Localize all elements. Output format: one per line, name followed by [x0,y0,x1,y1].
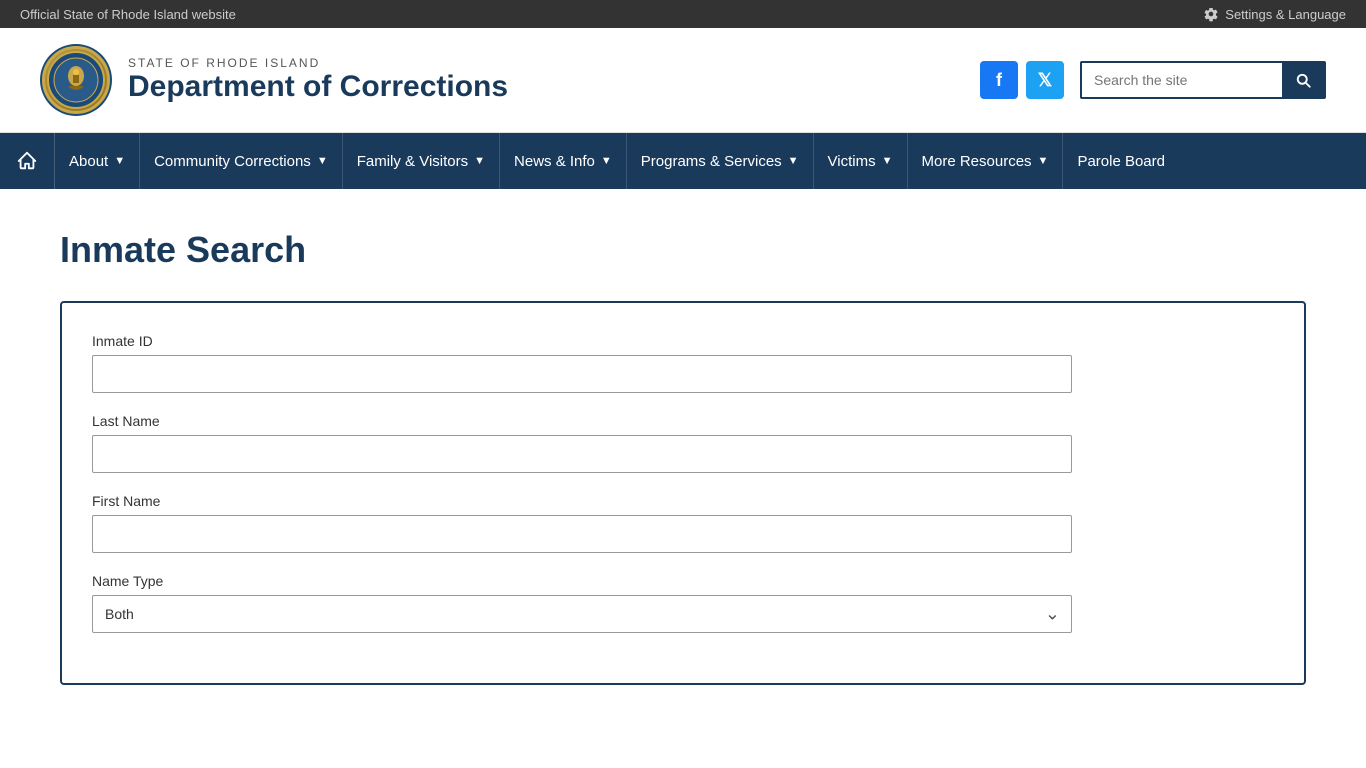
header-title: Department of Corrections [128,70,508,104]
nav-item-parole-board[interactable]: Parole Board [1063,133,1179,189]
nav-news-info-chevron: ▼ [601,155,612,167]
nav-family-visitors-chevron: ▼ [474,155,485,167]
nav-more-resources-chevron: ▼ [1038,155,1049,167]
nav-home-button[interactable] [0,133,55,189]
last-name-label: Last Name [92,413,1274,429]
twitter-button[interactable]: 𝕏 [1026,61,1064,99]
nav-item-victims[interactable]: Victims ▼ [814,133,908,189]
main-nav: About ▼ Community Corrections ▼ Family &… [0,133,1366,189]
last-name-group: Last Name [92,413,1274,473]
nav-about-label: About [69,153,108,170]
nav-about-chevron: ▼ [114,155,125,167]
nav-item-about[interactable]: About ▼ [55,133,140,189]
main-content: Inmate Search Inmate ID Last Name First … [0,189,1366,725]
settings-language-button[interactable]: Settings & Language [1203,6,1346,22]
home-icon [16,150,38,172]
search-container [1080,61,1326,99]
gear-icon [1203,6,1219,22]
logo [40,44,112,116]
header-title-block: STATE OF RHODE ISLAND Department of Corr… [128,56,508,104]
nav-community-corrections-label: Community Corrections [154,153,311,170]
header-right: f 𝕏 [980,61,1326,99]
name-type-group: Name Type Both Legal Alias ⌄ [92,573,1274,633]
header: STATE OF RHODE ISLAND Department of Corr… [0,28,1366,133]
social-icons: f 𝕏 [980,61,1064,99]
nav-victims-chevron: ▼ [882,155,893,167]
header-subtitle: STATE OF RHODE ISLAND [128,56,508,70]
last-name-input[interactable] [92,435,1072,473]
settings-label: Settings & Language [1225,7,1346,22]
name-type-select-wrapper: Both Legal Alias ⌄ [92,595,1072,633]
name-type-select[interactable]: Both Legal Alias [92,595,1072,633]
inmate-id-group: Inmate ID [92,333,1274,393]
search-button[interactable] [1282,63,1324,97]
official-text: Official State of Rhode Island website [20,7,236,22]
logo-inner [42,46,110,114]
nav-programs-services-label: Programs & Services [641,153,782,170]
top-bar: Official State of Rhode Island website S… [0,0,1366,28]
facebook-button[interactable]: f [980,61,1018,99]
search-icon [1294,71,1312,89]
inmate-id-input[interactable] [92,355,1072,393]
name-type-label: Name Type [92,573,1274,589]
first-name-label: First Name [92,493,1274,509]
page-title: Inmate Search [60,229,1306,271]
first-name-group: First Name [92,493,1274,553]
header-left: STATE OF RHODE ISLAND Department of Corr… [40,44,508,116]
nav-community-corrections-chevron: ▼ [317,155,328,167]
nav-programs-services-chevron: ▼ [788,155,799,167]
search-input[interactable] [1082,64,1282,96]
nav-more-resources-label: More Resources [922,153,1032,170]
nav-item-community-corrections[interactable]: Community Corrections ▼ [140,133,343,189]
nav-item-programs-services[interactable]: Programs & Services ▼ [627,133,814,189]
nav-parole-board-label: Parole Board [1077,153,1165,170]
nav-item-family-visitors[interactable]: Family & Visitors ▼ [343,133,500,189]
nav-victims-label: Victims [828,153,876,170]
nav-item-news-info[interactable]: News & Info ▼ [500,133,627,189]
nav-family-visitors-label: Family & Visitors [357,153,468,170]
inmate-id-label: Inmate ID [92,333,1274,349]
logo-seal [46,50,106,110]
nav-news-info-label: News & Info [514,153,595,170]
first-name-input[interactable] [92,515,1072,553]
inmate-search-form: Inmate ID Last Name First Name Name Type… [60,301,1306,685]
nav-item-more-resources[interactable]: More Resources ▼ [908,133,1064,189]
